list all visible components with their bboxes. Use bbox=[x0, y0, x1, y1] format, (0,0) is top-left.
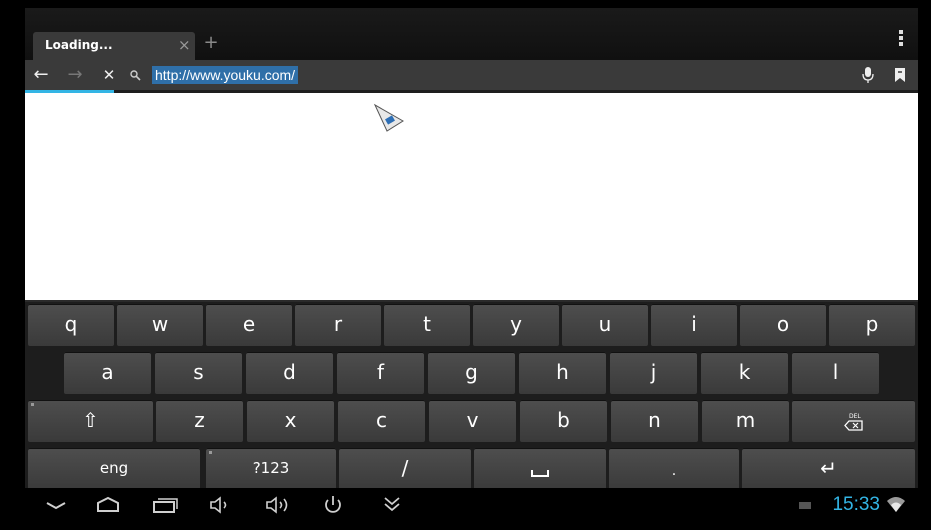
key-u[interactable]: u bbox=[562, 304, 648, 346]
key-label: ?123 bbox=[252, 459, 290, 477]
key-label: a bbox=[101, 360, 114, 384]
key-label: p bbox=[865, 312, 879, 336]
key-label: v bbox=[466, 408, 479, 432]
new-tab-icon[interactable]: + bbox=[200, 31, 222, 55]
stop-loading-icon[interactable]: ✕ bbox=[98, 63, 120, 87]
key-g[interactable]: g bbox=[428, 352, 515, 394]
expand-down-icon[interactable] bbox=[377, 492, 407, 518]
key-p[interactable]: p bbox=[829, 304, 915, 346]
url-input[interactable]: http://www.youku.com/ bbox=[152, 66, 299, 84]
soft-keyboard: q w e r t y u i o p a s d f g h j k l ⇧ z x c v b n m DEL eng ?123 /. ↵ bbox=[25, 300, 918, 490]
key-z[interactable]: z bbox=[156, 400, 243, 442]
key-label: e bbox=[242, 312, 256, 336]
svg-text:DEL: DEL bbox=[849, 413, 861, 420]
key-v[interactable]: v bbox=[429, 400, 516, 442]
loading-cursor-icon bbox=[373, 103, 404, 132]
key-label: c bbox=[376, 408, 387, 432]
key-l[interactable]: l bbox=[792, 352, 879, 394]
key-label: y bbox=[510, 312, 522, 336]
key-k[interactable]: k bbox=[701, 352, 788, 394]
wifi-icon bbox=[887, 497, 905, 512]
symbols-key[interactable]: ?123 bbox=[206, 448, 336, 490]
key-label: s bbox=[193, 360, 204, 384]
key-r[interactable]: r bbox=[295, 304, 381, 346]
key-label: n bbox=[648, 408, 661, 432]
power-icon[interactable] bbox=[318, 492, 348, 518]
key-e[interactable]: e bbox=[206, 304, 292, 346]
key-label: b bbox=[557, 408, 570, 432]
key-j[interactable]: j bbox=[610, 352, 697, 394]
key-m[interactable]: m bbox=[702, 400, 789, 442]
key-label: h bbox=[556, 360, 569, 384]
backspace-icon: DEL bbox=[843, 413, 863, 431]
delete-key[interactable]: DEL bbox=[792, 400, 915, 442]
forward-arrow-icon[interactable]: → bbox=[64, 63, 86, 87]
volume-up-icon[interactable] bbox=[263, 492, 293, 518]
key-o[interactable]: o bbox=[740, 304, 826, 346]
key-label: d bbox=[283, 360, 296, 384]
space-key[interactable] bbox=[474, 448, 606, 490]
key-t[interactable]: t bbox=[384, 304, 470, 346]
key-label: g bbox=[465, 360, 478, 384]
key-label: eng bbox=[99, 459, 129, 477]
overflow-menu-icon[interactable] bbox=[898, 30, 904, 50]
key-label: . bbox=[671, 463, 677, 479]
bookmark-icon[interactable] bbox=[894, 67, 906, 83]
key-label: l bbox=[832, 360, 839, 384]
key-label: ↵ bbox=[820, 456, 837, 480]
browser-tab[interactable]: Loading... × bbox=[33, 32, 195, 60]
back-arrow-icon[interactable]: ← bbox=[30, 63, 52, 87]
key-x[interactable]: x bbox=[247, 400, 334, 442]
keyboard-status-icon bbox=[799, 502, 811, 509]
key-f[interactable]: f bbox=[337, 352, 424, 394]
key-b[interactable]: b bbox=[520, 400, 607, 442]
key-label: t bbox=[423, 312, 431, 336]
key-label: w bbox=[151, 312, 169, 336]
key-label: o bbox=[776, 312, 790, 336]
key-label: k bbox=[738, 360, 751, 384]
search-icon bbox=[130, 70, 141, 81]
key-label: f bbox=[376, 360, 385, 384]
key-i[interactable]: i bbox=[651, 304, 737, 346]
microphone-icon[interactable] bbox=[862, 66, 874, 84]
key-a[interactable]: a bbox=[64, 352, 151, 394]
key-s[interactable]: s bbox=[155, 352, 242, 394]
key-h[interactable]: h bbox=[519, 352, 606, 394]
period-key[interactable]: . bbox=[609, 448, 739, 490]
language-key[interactable]: eng bbox=[28, 448, 200, 490]
status-clock: 15:33 bbox=[832, 494, 880, 515]
web-page-content[interactable] bbox=[25, 93, 918, 300]
url-bar: ← → ✕ http://www.youku.com/ bbox=[25, 60, 918, 90]
key-c[interactable]: c bbox=[338, 400, 425, 442]
enter-key[interactable]: ↵ bbox=[742, 448, 915, 490]
key-label: q bbox=[64, 312, 78, 336]
key-y[interactable]: y bbox=[473, 304, 559, 346]
android-screen: Loading... × + ← → ✕ http://www.youku.co… bbox=[25, 8, 918, 522]
key-label: m bbox=[735, 408, 756, 432]
volume-down-icon[interactable] bbox=[205, 492, 235, 518]
key-label: i bbox=[691, 312, 697, 336]
tab-bar: Loading... × + bbox=[25, 8, 918, 60]
home-icon[interactable] bbox=[93, 492, 123, 518]
key-label: ⇧ bbox=[82, 408, 99, 432]
hide-keyboard-icon[interactable] bbox=[41, 492, 71, 518]
space-bar-icon bbox=[531, 470, 549, 477]
tab-title: Loading... bbox=[45, 38, 113, 52]
tab-close-icon[interactable]: × bbox=[178, 35, 191, 55]
key-d[interactable]: d bbox=[246, 352, 333, 394]
key-label: x bbox=[284, 408, 297, 432]
key-n[interactable]: n bbox=[611, 400, 698, 442]
key-label: z bbox=[194, 408, 205, 432]
system-nav-bar: 15:33 bbox=[25, 488, 918, 522]
shift-key[interactable]: ⇧ bbox=[28, 400, 153, 442]
key-q[interactable]: q bbox=[28, 304, 114, 346]
key-w[interactable]: w bbox=[117, 304, 203, 346]
key-label: u bbox=[598, 312, 612, 336]
key-label: j bbox=[650, 360, 657, 384]
slash-key[interactable]: / bbox=[339, 448, 471, 490]
recent-apps-icon[interactable] bbox=[150, 492, 180, 518]
key-label: / bbox=[401, 456, 409, 480]
key-label: r bbox=[333, 312, 343, 336]
